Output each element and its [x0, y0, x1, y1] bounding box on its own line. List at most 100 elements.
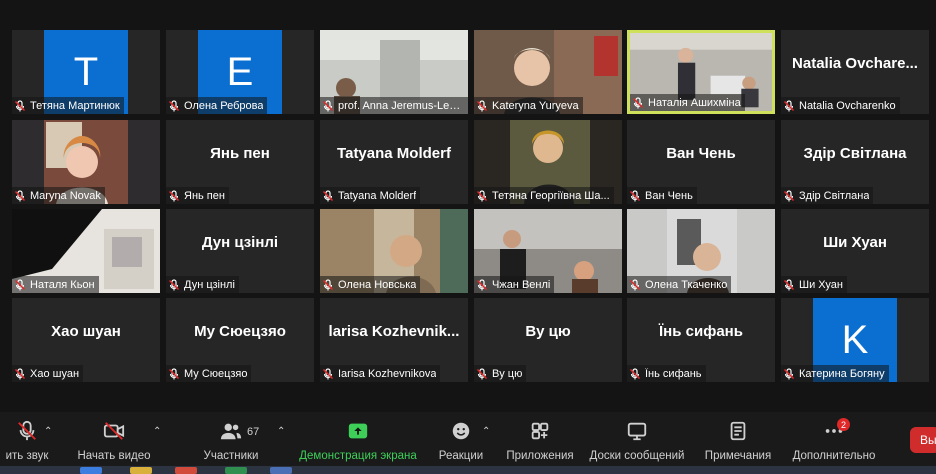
participant-name-label: Наталя Кьон: [12, 276, 99, 293]
whiteboard-icon: [627, 422, 647, 441]
participant-name: Тетяна Георгіївна Ша...: [492, 189, 610, 202]
participant-tile[interactable]: Ши Хуан Ши Хуан: [781, 209, 929, 293]
participant-tile[interactable]: Тетяна Георгіївна Ша...: [474, 120, 622, 204]
notes-icon: [730, 421, 746, 441]
reactions-options-chevron-icon[interactable]: ⌃: [482, 426, 490, 437]
participant-tile[interactable]: larisa Kozhevnik... Iarisa Kozhevnikova: [320, 298, 468, 382]
participant-tile[interactable]: Олена Ткаченко: [627, 209, 775, 293]
more-notification-badge: 2: [837, 418, 850, 431]
participant-name: Ши Хуан: [799, 278, 843, 291]
participant-name: Тетяна Мартинюк: [30, 99, 120, 112]
participant-tile[interactable]: prof. Anna Jeremus-Lewa...: [320, 30, 468, 114]
participant-tile[interactable]: E Олена Реброва: [166, 30, 314, 114]
participant-tile[interactable]: Наталя Кьон: [12, 209, 160, 293]
whiteboards-button[interactable]: Доски сообщений: [586, 420, 688, 468]
muted-microphone-icon: [168, 99, 180, 111]
participant-name: Iarisa Kozhevnikova: [338, 367, 437, 380]
participant-tile[interactable]: Ван Чень Ван Чень: [627, 120, 775, 204]
participant-tile[interactable]: Хао шуан Хао шуан: [12, 298, 160, 382]
participant-tile[interactable]: Наталія Ашихміна: [627, 30, 775, 114]
share-screen-button[interactable]: Демонстрация экрана: [298, 420, 418, 468]
participant-name: Катерина Богяну: [799, 367, 885, 380]
muted-microphone-icon: [476, 278, 488, 290]
participant-name-label: Здір Світлана: [781, 187, 874, 204]
participant-name-label: Хао шуан: [12, 365, 84, 382]
participant-name: Ван Чень: [645, 189, 693, 202]
participant-display-name: Му Сюецзяо: [194, 322, 286, 340]
taskbar-app-icon[interactable]: [225, 467, 247, 474]
participant-name-label: Тетяна Мартинюк: [12, 97, 124, 114]
participant-tile[interactable]: Чжан Венлі: [474, 209, 622, 293]
participant-name-label: prof. Anna Jeremus-Lewa...: [320, 97, 468, 114]
participant-tile[interactable]: Дун цзінлі Дун цзінлі: [166, 209, 314, 293]
participant-name: Му Сюецзяо: [184, 367, 248, 380]
reactions-button[interactable]: Реакции: [436, 420, 486, 468]
apps-button[interactable]: Приложения: [504, 420, 576, 468]
muted-microphone-icon: [14, 99, 26, 111]
share-screen-icon: [348, 423, 368, 439]
participant-tile[interactable]: Здір Світлана Здір Світлана: [781, 120, 929, 204]
end-meeting-button[interactable]: Вы: [910, 427, 936, 453]
mute-options-chevron-icon[interactable]: ⌃: [44, 426, 52, 437]
taskbar-app-icon[interactable]: [270, 467, 292, 474]
participant-tile[interactable]: Їнь сифань Їнь сифань: [627, 298, 775, 382]
whiteboards-label: Доски сообщений: [589, 450, 685, 462]
participant-name: Янь пен: [184, 189, 225, 202]
participant-display-name: Ши Хуан: [823, 233, 887, 251]
participant-name: Natalia Ovcharenko: [799, 99, 896, 112]
participant-name: prof. Anna Jeremus-Lewa...: [338, 99, 465, 112]
participant-name-label: Їнь сифань: [627, 365, 706, 382]
participant-tile[interactable]: Kateryna Yuryeva: [474, 30, 622, 114]
apps-label: Приложения: [506, 450, 574, 462]
participant-name-label: Дун цзінлі: [166, 276, 239, 293]
participant-tile[interactable]: Му Сюецзяо Му Сюецзяо: [166, 298, 314, 382]
participant-tile[interactable]: Олена Новська: [320, 209, 468, 293]
participant-tile[interactable]: Natalia Ovchare... Natalia Ovcharenko: [781, 30, 929, 114]
participant-name: Tatyana Molderf: [338, 189, 417, 202]
participant-tile[interactable]: Ву цю Ву цю: [474, 298, 622, 382]
participant-name-label: Янь пен: [166, 187, 229, 204]
notes-label: Примечания: [704, 450, 772, 462]
notes-button[interactable]: Примечания: [702, 420, 774, 468]
microphone-icon: [18, 420, 36, 441]
participants-label: Участники: [203, 450, 259, 462]
video-options-chevron-icon[interactable]: ⌃: [153, 426, 161, 437]
participant-name-label: Олена Новська: [320, 276, 421, 293]
muted-microphone-icon: [14, 367, 26, 379]
muted-microphone-icon: [632, 96, 644, 108]
taskbar-app-icon[interactable]: [175, 467, 197, 474]
participant-tile[interactable]: Maryna Novak: [12, 120, 160, 204]
muted-microphone-icon: [476, 189, 488, 201]
participant-tile[interactable]: T Тетяна Мартинюк: [12, 30, 160, 114]
muted-microphone-icon: [168, 189, 180, 201]
muted-microphone-icon: [783, 189, 795, 201]
muted-microphone-icon: [629, 367, 641, 379]
muted-microphone-icon: [14, 189, 26, 201]
participants-options-chevron-icon[interactable]: ⌃: [277, 426, 285, 437]
participant-name: Maryna Novak: [30, 189, 101, 202]
participant-display-name: Ван Чень: [666, 144, 736, 162]
participant-display-name: Янь пен: [210, 144, 270, 162]
muted-microphone-icon: [322, 367, 334, 379]
participant-name: Олена Новська: [338, 278, 417, 291]
taskbar-app-icon[interactable]: [130, 467, 152, 474]
participant-name-label: Олена Реброва: [166, 97, 268, 114]
participant-tile[interactable]: Tatyana Molderf Tatyana Molderf: [320, 120, 468, 204]
participant-tile[interactable]: Янь пен Янь пен: [166, 120, 314, 204]
more-label: Дополнительно: [792, 450, 876, 462]
participant-name-label: Natalia Ovcharenko: [781, 97, 900, 114]
participant-display-name: Їнь сифань: [659, 322, 743, 340]
participant-display-name: Tatyana Molderf: [337, 144, 451, 162]
participant-display-name: Natalia Ovchare...: [792, 54, 918, 72]
participant-name-label: Ван Чень: [627, 187, 697, 204]
start-video-button[interactable]: Начать видео: [76, 420, 152, 468]
participant-name-label: Ши Хуан: [781, 276, 847, 293]
participants-count: 67: [247, 426, 260, 438]
start-video-label: Начать видео: [77, 450, 151, 462]
muted-microphone-icon: [322, 278, 334, 290]
taskbar-app-icon[interactable]: [80, 467, 102, 474]
video-camera-icon: [103, 422, 125, 440]
participant-tile[interactable]: K Катерина Богяну: [781, 298, 929, 382]
participant-name-label: Катерина Богяну: [781, 365, 889, 382]
more-button[interactable]: Дополнительно: [788, 420, 880, 468]
